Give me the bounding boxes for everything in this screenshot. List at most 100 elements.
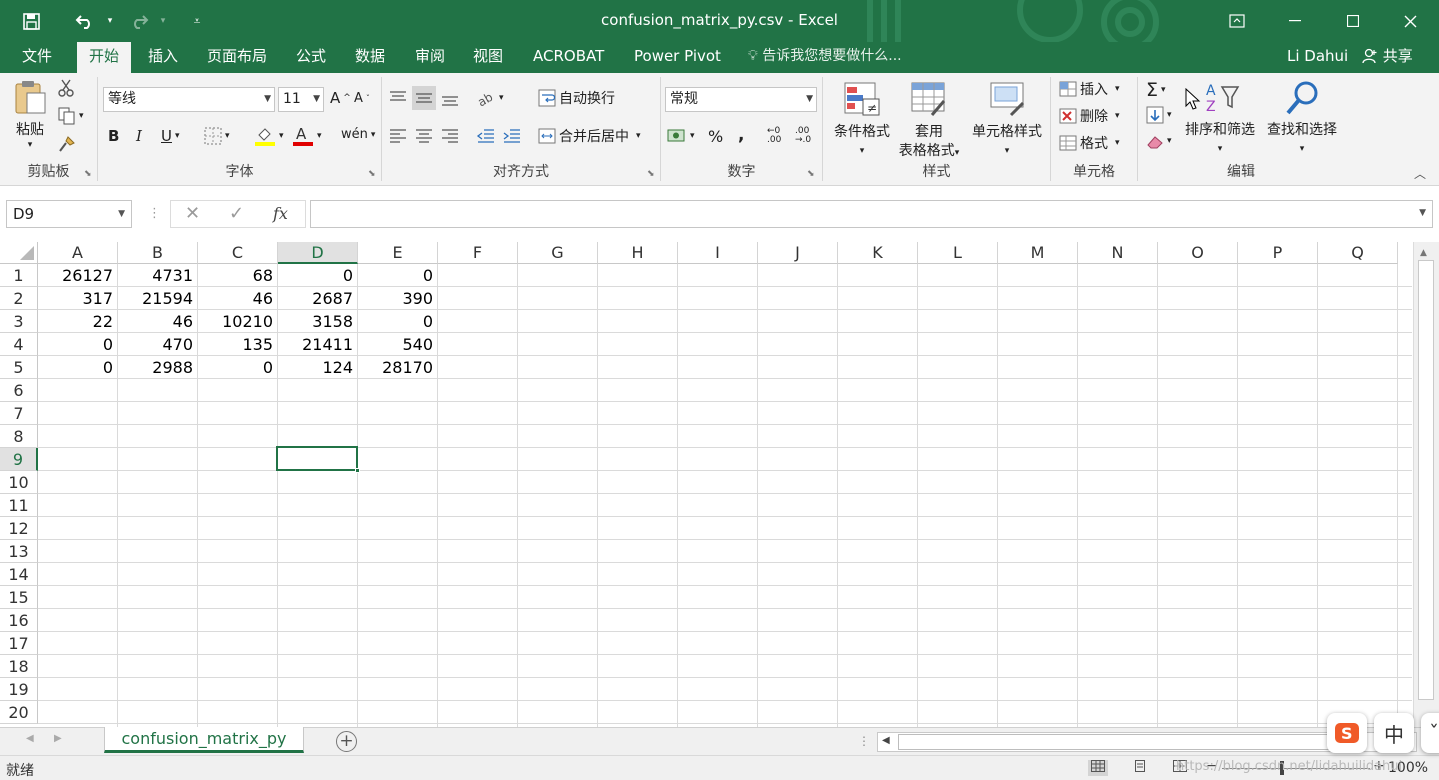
sheet-tab[interactable]: confusion_matrix_py [104, 727, 304, 753]
merge-center-button[interactable]: 合并后居中 ▾ [538, 126, 641, 146]
copy-icon[interactable]: ▾ [58, 107, 84, 125]
orientation-icon[interactable]: ab ▾ [476, 88, 504, 108]
column-header-h[interactable]: H [598, 242, 678, 264]
select-all-corner[interactable] [0, 242, 38, 264]
column-header-c[interactable]: C [198, 242, 278, 264]
column-header-e[interactable]: E [358, 242, 438, 264]
ime-mode-button[interactable]: 中 [1374, 713, 1414, 753]
fill-handle[interactable] [355, 468, 360, 473]
save-icon[interactable] [18, 8, 44, 34]
bold-button[interactable]: B [108, 127, 119, 145]
accounting-format-icon[interactable]: ▾ [667, 127, 695, 145]
row-header-6[interactable]: 6 [0, 379, 38, 402]
dialog-launcher-icon[interactable]: ⬊ [647, 169, 655, 179]
tab-power-pivot[interactable]: Power Pivot [622, 42, 733, 73]
cell-a1[interactable]: 26127 [38, 264, 117, 287]
phonetic-guide-icon[interactable]: wén ▾ [341, 127, 375, 142]
expand-formula-bar-icon[interactable]: ▼ [1419, 208, 1426, 218]
row-header-13[interactable]: 13 [0, 540, 38, 563]
underline-button[interactable]: U [161, 127, 172, 145]
font-size-select[interactable]: 11 ▼ [278, 87, 324, 112]
row-header-4[interactable]: 4 [0, 333, 38, 356]
vertical-scrollbar[interactable]: ▲ [1413, 242, 1439, 727]
dialog-launcher-icon[interactable]: ⬊ [368, 169, 376, 179]
tab-review[interactable]: 审阅 [403, 42, 457, 73]
autosum-icon[interactable]: Σ ▾ [1146, 79, 1166, 101]
row-header-15[interactable]: 15 [0, 586, 38, 609]
clear-icon[interactable]: ▾ [1146, 133, 1172, 149]
customize-qat-icon[interactable]: ⩡ [184, 8, 210, 34]
scroll-up-icon[interactable]: ▲ [1420, 248, 1427, 258]
cell-b2[interactable]: 21594 [118, 287, 197, 310]
cell-b3[interactable]: 46 [118, 310, 197, 333]
align-right-icon[interactable] [440, 127, 460, 145]
wrap-text-button[interactable]: 自动换行 [538, 88, 615, 108]
normal-view-icon[interactable] [1088, 760, 1108, 776]
formula-input[interactable]: ▼ [310, 200, 1433, 228]
decrease-decimal-icon[interactable]: .00 →.0 [795, 127, 811, 145]
insert-function-icon[interactable]: fx [273, 204, 288, 223]
tab-page-layout[interactable]: 页面布局 [195, 42, 279, 73]
format-painter-icon[interactable] [58, 135, 76, 153]
zoom-slider-thumb[interactable] [1280, 761, 1284, 775]
cut-icon[interactable] [58, 79, 74, 97]
column-header-d[interactable]: D [278, 242, 358, 264]
row-header-5[interactable]: 5 [0, 356, 38, 379]
insert-cells-button[interactable]: 插入 ▾ [1059, 79, 1120, 99]
decrease-font-size-icon[interactable]: Aˇ [354, 91, 370, 106]
delete-cells-button[interactable]: 删除 ▾ [1059, 106, 1120, 126]
paste-button[interactable]: 粘贴 ▾ [10, 79, 50, 150]
row-header-10[interactable]: 10 [0, 471, 38, 494]
row-header-2[interactable]: 2 [0, 287, 38, 310]
cell-e2[interactable]: 390 [358, 287, 437, 310]
align-bottom-icon[interactable] [440, 88, 460, 108]
page-layout-view-icon[interactable] [1130, 760, 1150, 776]
tab-file[interactable]: 文件 [10, 42, 64, 73]
tab-home[interactable]: 开始 [77, 42, 132, 73]
new-sheet-button[interactable]: + [336, 731, 357, 752]
cell-d4[interactable]: 21411 [278, 333, 357, 356]
cell-d3[interactable]: 3158 [278, 310, 357, 333]
scroll-left-icon[interactable]: ◀ [882, 735, 890, 746]
cell-a5[interactable]: 0 [38, 356, 117, 379]
tab-insert[interactable]: 插入 [136, 42, 190, 73]
borders-icon[interactable]: ▾ [204, 127, 230, 145]
font-name-select[interactable]: 等线 ▼ [103, 87, 275, 112]
cell-b5[interactable]: 2988 [118, 356, 197, 379]
number-format-select[interactable]: 常规 ▼ [665, 87, 817, 112]
cell-d2[interactable]: 2687 [278, 287, 357, 310]
row-header-17[interactable]: 17 [0, 632, 38, 655]
cell-e4[interactable]: 540 [358, 333, 437, 356]
italic-button[interactable]: I [136, 127, 142, 145]
user-name[interactable]: Li Dahui [1287, 42, 1348, 70]
cell-a4[interactable]: 0 [38, 333, 117, 356]
tab-view[interactable]: 视图 [461, 42, 515, 73]
cell-e3[interactable]: 0 [358, 310, 437, 333]
cell-c2[interactable]: 46 [198, 287, 277, 310]
cell-c5[interactable]: 0 [198, 356, 277, 379]
tab-data[interactable]: 数据 [343, 42, 397, 73]
prev-sheet-icon[interactable]: ◀ [26, 733, 34, 744]
conditional-formatting-button[interactable]: ≠ 条件格式 ▾ [827, 81, 897, 161]
fill-icon[interactable]: ▾ [1146, 106, 1172, 124]
cell-a2[interactable]: 317 [38, 287, 117, 310]
column-header-a[interactable]: A [38, 242, 118, 264]
align-middle-icon[interactable] [412, 86, 436, 110]
format-cells-button[interactable]: 格式 ▾ [1059, 133, 1120, 153]
zoom-level[interactable]: 100% [1388, 760, 1428, 776]
align-left-icon[interactable] [388, 127, 408, 145]
row-header-1[interactable]: 1 [0, 264, 38, 287]
column-header-i[interactable]: I [678, 242, 758, 264]
name-box[interactable]: D9 ▼ [6, 200, 132, 228]
column-header-l[interactable]: L [918, 242, 998, 264]
cell-c4[interactable]: 135 [198, 333, 277, 356]
column-header-b[interactable]: B [118, 242, 198, 264]
row-header-7[interactable]: 7 [0, 402, 38, 425]
row-header-16[interactable]: 16 [0, 609, 38, 632]
dialog-launcher-icon[interactable]: ⬊ [807, 169, 815, 179]
share-button[interactable]: 共享 [1356, 42, 1438, 73]
font-color-icon[interactable]: A ▾ [292, 125, 322, 147]
row-header-18[interactable]: 18 [0, 655, 38, 678]
zoom-slider[interactable] [1222, 768, 1370, 769]
row-header-9[interactable]: 9 [0, 448, 38, 471]
